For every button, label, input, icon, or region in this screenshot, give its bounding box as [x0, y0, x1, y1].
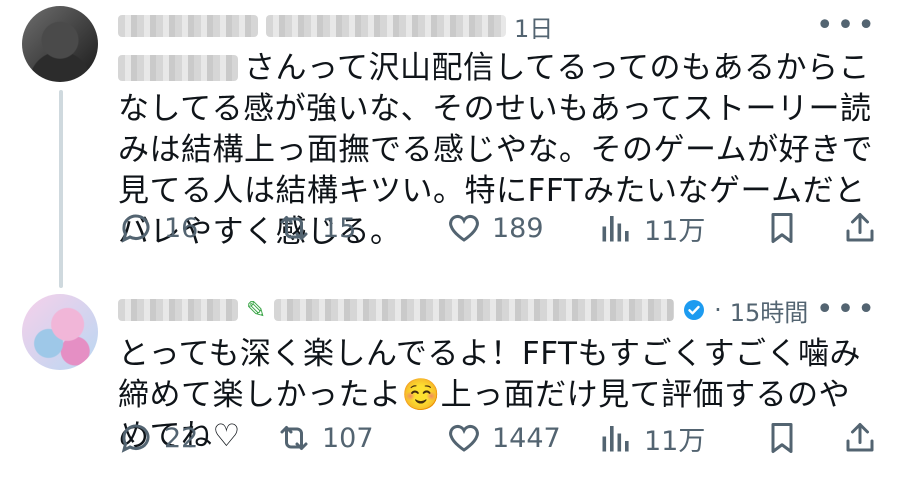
avatar[interactable]: [22, 294, 98, 370]
thread-connector-line: [59, 90, 63, 288]
like-button[interactable]: 189: [446, 210, 598, 246]
action-bar: 22 107 1447 11万: [118, 418, 888, 458]
pencil-emoji-icon: ✎: [246, 296, 267, 324]
reply-button[interactable]: 22: [118, 420, 276, 456]
bar-chart-icon: [602, 216, 629, 242]
share-button[interactable]: [842, 210, 878, 246]
mentioned-name-blurred: [118, 55, 238, 81]
view-count: 11万: [644, 215, 706, 247]
like-count: 1447: [492, 422, 561, 454]
time-separator: ·: [714, 296, 722, 324]
repost-count: 107: [322, 422, 374, 454]
post-time[interactable]: 15時間: [730, 293, 809, 328]
action-bar: 16 15 189 11万: [118, 208, 888, 248]
share-icon: [846, 423, 874, 452]
reply-count: 16: [164, 212, 199, 244]
avatar[interactable]: [22, 6, 98, 82]
share-button[interactable]: [842, 420, 878, 456]
repost-arrows-icon: [280, 426, 308, 450]
author-name-blurred[interactable]: [118, 299, 238, 321]
author-bio-blurred[interactable]: [274, 299, 675, 321]
bar-chart-icon: [602, 426, 629, 452]
bookmark-button[interactable]: [764, 210, 842, 246]
repost-button[interactable]: 15: [276, 210, 446, 246]
author-handle-blurred[interactable]: [266, 15, 506, 37]
bookmark-icon: [771, 423, 793, 453]
reply-button[interactable]: 16: [118, 210, 276, 246]
speech-bubble-icon: [121, 214, 150, 243]
views-button[interactable]: 11万: [598, 419, 764, 458]
view-count: 11万: [644, 425, 706, 457]
verified-badge-icon: [684, 300, 705, 320]
more-dots-icon[interactable]: •••: [816, 11, 878, 41]
bookmark-button[interactable]: [764, 420, 842, 456]
post-header: 1日: [118, 8, 553, 44]
heart-icon: [449, 424, 479, 452]
bookmark-icon: [771, 213, 793, 243]
repost-arrows-icon: [280, 216, 308, 240]
speech-bubble-icon: [121, 424, 150, 453]
more-dots-icon[interactable]: •••: [816, 295, 878, 325]
share-icon: [846, 213, 874, 242]
like-button[interactable]: 1447: [446, 420, 598, 456]
heart-icon: [449, 214, 479, 242]
repost-button[interactable]: 107: [276, 420, 446, 456]
post-header: ✎ · 15時間: [118, 292, 808, 328]
views-button[interactable]: 11万: [598, 209, 764, 248]
reply-count: 22: [164, 422, 199, 454]
post-time[interactable]: 1日: [514, 9, 553, 44]
author-name-blurred[interactable]: [118, 15, 258, 37]
like-count: 189: [492, 212, 544, 244]
repost-count: 15: [322, 212, 357, 244]
